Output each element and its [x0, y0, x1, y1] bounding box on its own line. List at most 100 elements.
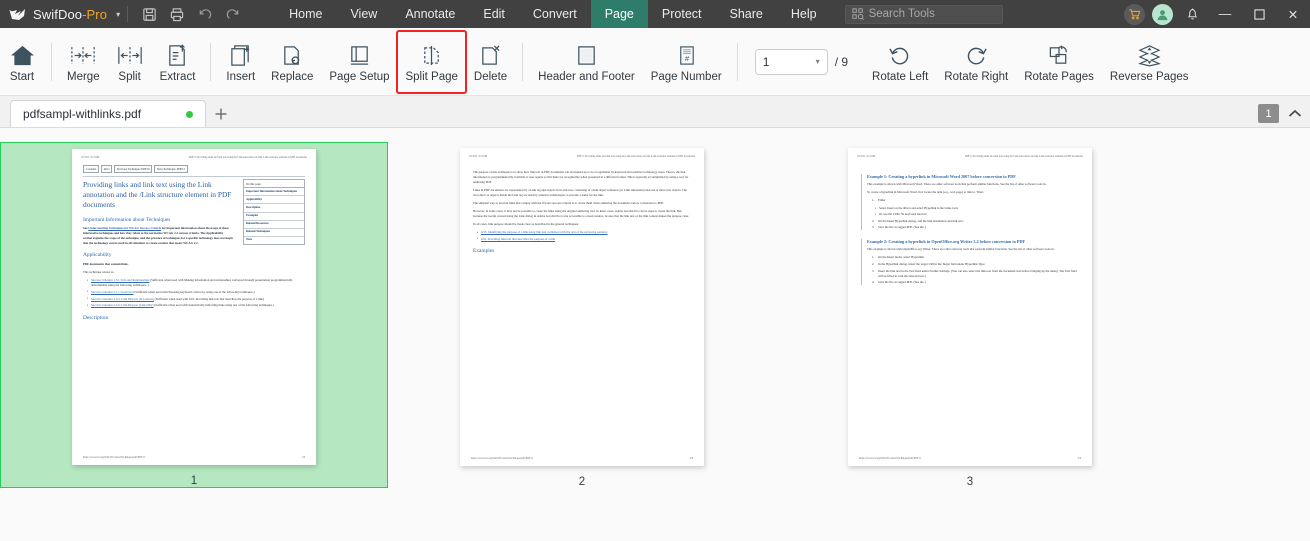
search-input[interactable]: Search Tools	[844, 4, 1003, 24]
ribbon-insert-button[interactable]: Insert	[218, 31, 263, 93]
ribbon-label: Rotate Left	[872, 70, 929, 83]
example-2-steps: On the Insert menu, select Hyperlink. In…	[872, 255, 1079, 285]
ribbon-replace-button[interactable]: Replace	[263, 31, 321, 93]
list-item: Select Insert on the ribbon and select H…	[875, 206, 1079, 211]
toc-item[interactable]: Description	[244, 204, 304, 213]
list-item: On the Insert Hyperlink dialog, add the …	[872, 218, 964, 223]
toc-item[interactable]: Related Techniques	[244, 229, 304, 237]
nav-chip[interactable]: Contents	[83, 165, 100, 173]
list-item: Success Criterion 2.4.9: Link Purpose (L…	[87, 303, 305, 308]
footer-url: https://www.w3.org/WAI/WCAG22/Techniques…	[83, 456, 146, 459]
ribbon-label: Merge	[67, 70, 100, 83]
page-header: 10/3/22, 3:21 PM PDF11: Providing links …	[848, 148, 1092, 158]
save-icon[interactable]	[135, 0, 163, 28]
ribbon-header-footer-button[interactable]: Header and Footer	[530, 31, 643, 93]
rotate-pages-icon	[1047, 40, 1071, 67]
g91-link[interactable]: G91: Providing link text that describes …	[481, 237, 555, 241]
ribbon-merge-button[interactable]: Merge	[59, 31, 108, 93]
footer-page-number: 3/9	[1077, 457, 1081, 460]
svg-text:#: #	[685, 54, 690, 63]
close-button[interactable]: ✕	[1276, 0, 1310, 28]
page-number-icon: #	[676, 40, 697, 67]
footer-page-number: 2/9	[689, 457, 693, 460]
document-title: Providing links and link text using the …	[83, 180, 232, 209]
criterion-link[interactable]: Success Criterion 2.4.4: Link Purpose (I…	[91, 297, 154, 301]
menu-item-convert[interactable]: Convert	[519, 0, 591, 28]
user-avatar-icon[interactable]	[1152, 3, 1173, 25]
modified-indicator-dot	[186, 110, 193, 118]
thumbnail-page-number: 2	[578, 476, 586, 488]
header-footer-icon	[575, 40, 598, 67]
menu-item-home[interactable]: Home	[275, 0, 336, 28]
relates-text: This technique relates to:	[83, 270, 115, 275]
menu-item-page[interactable]: Page	[590, 0, 648, 28]
criterion-link[interactable]: Success Criterion 2.4.9: Link Purpose (L…	[91, 303, 154, 307]
criterion-link[interactable]: Success Criterion 1.3.1: Info and Relati…	[91, 278, 149, 282]
page-badge[interactable]: 1	[1258, 104, 1279, 123]
nav-chip[interactable]: Intro	[100, 165, 113, 173]
home-icon	[10, 40, 35, 67]
current-page-input[interactable]: 1 ▾	[754, 48, 828, 75]
toc-item[interactable]: Examples	[244, 213, 304, 221]
list-item: Or, use the CTRL+K keyboard shortcut	[875, 212, 1079, 217]
menu-item-view[interactable]: View	[336, 0, 391, 28]
example-1-block: Example 1: Creating a hyperlink in Micro…	[861, 174, 1079, 231]
undo-icon[interactable]	[191, 0, 219, 28]
chevron-down-icon[interactable]: ▾	[816, 57, 820, 66]
page-value: 1	[762, 54, 770, 69]
success-criteria-list: Success Criterion 1.3.1: Info and Relati…	[87, 278, 305, 308]
page-2-preview: 10/3/22, 3:21 PM PDF11: Providing links …	[460, 148, 704, 466]
cart-icon[interactable]	[1124, 3, 1145, 25]
new-tab-button[interactable]	[206, 100, 236, 127]
ribbon-rotate-right-button[interactable]: Rotate Right	[936, 31, 1016, 93]
menu-item-help[interactable]: Help	[777, 0, 831, 28]
ribbon-reverse-pages-button[interactable]: Reverse Pages	[1102, 31, 1197, 93]
understanding-techniques-link[interactable]: Understanding Techniques for WCAG Succes…	[88, 226, 161, 230]
toc-item[interactable]: Important Information about Techniques	[244, 188, 304, 197]
minimize-button[interactable]: —	[1208, 0, 1242, 28]
criterion-link[interactable]: Success Criterion 2.1.1: Keyboard	[91, 290, 134, 294]
nav-chip[interactable]: Previous Technique: PDF10	[113, 165, 153, 173]
ribbon-delete-button[interactable]: Delete	[466, 31, 515, 93]
ribbon-rotate-left-button[interactable]: Rotate Left	[864, 31, 936, 93]
toc-item[interactable]: Related Resources	[244, 221, 304, 229]
chevron-up-icon[interactable]	[1288, 109, 1302, 118]
nav-chip[interactable]: Next Technique: PDF12	[153, 165, 188, 173]
menu-item-edit[interactable]: Edit	[469, 0, 519, 28]
example-2-block: Example 2: Creating a hyperlink in OpenO…	[861, 239, 1079, 285]
redo-icon[interactable]	[219, 0, 247, 28]
page-header-title: PDF11: Providing links and link text usi…	[964, 155, 1083, 158]
thumbnail-page-number: 1	[190, 475, 198, 487]
ribbon-label: Start	[9, 70, 35, 83]
example-1-heading: Example 1: Creating a hyperlink in Micro…	[867, 174, 1016, 179]
brand-dropdown-caret[interactable]: ▾	[116, 10, 120, 19]
menu-item-annotate[interactable]: Annotate	[391, 0, 469, 28]
print-icon[interactable]	[163, 0, 191, 28]
list-item: Insert the link text in the Text field u…	[872, 268, 1077, 278]
ribbon-extract-button[interactable]: Extract	[152, 31, 204, 93]
ribbon-label: Header and Footer	[538, 70, 635, 83]
ribbon-start-button[interactable]: Start	[0, 31, 44, 93]
bell-icon[interactable]	[1180, 7, 1204, 21]
insert-page-icon	[229, 40, 252, 67]
ribbon-page-number-button[interactable]: # Page Number	[643, 31, 730, 93]
delete-page-icon	[479, 40, 502, 67]
toc-item[interactable]: Tests	[244, 237, 304, 244]
g53-link[interactable]: G53: Identifying the purpose of a link u…	[481, 230, 608, 234]
menu-item-protect[interactable]: Protect	[648, 0, 716, 28]
ribbon-page-setup-button[interactable]: Page Setup	[321, 31, 397, 93]
menu-item-share[interactable]: Share	[716, 0, 777, 28]
page-thumbnail-1[interactable]: 10/3/22, 3:21 PM PDF11: Providing links …	[0, 142, 388, 488]
page-thumbnail-3[interactable]: 10/3/22, 3:21 PM PDF11: Providing links …	[776, 142, 1164, 488]
example-2-heading: Example 2: Creating a hyperlink in OpenO…	[867, 239, 1026, 245]
maximize-button[interactable]	[1242, 0, 1276, 28]
document-tab[interactable]: pdfsampl-withlinks.pdf	[10, 100, 206, 127]
ribbon-split-page-button[interactable]: Split Page	[396, 29, 467, 94]
ribbon-rotate-pages-button[interactable]: Rotate Pages	[1016, 31, 1102, 93]
footer-url: https://www.w3.org/WAI/WCAG22/Techniques…	[471, 457, 534, 460]
toc-item[interactable]: Applicability	[244, 196, 304, 205]
ribbon-split-button[interactable]: Split	[108, 31, 152, 93]
total-pages-label: / 9	[834, 54, 849, 69]
divider	[127, 6, 129, 22]
page-thumbnail-2[interactable]: 10/3/22, 3:21 PM PDF11: Providing links …	[388, 142, 776, 488]
